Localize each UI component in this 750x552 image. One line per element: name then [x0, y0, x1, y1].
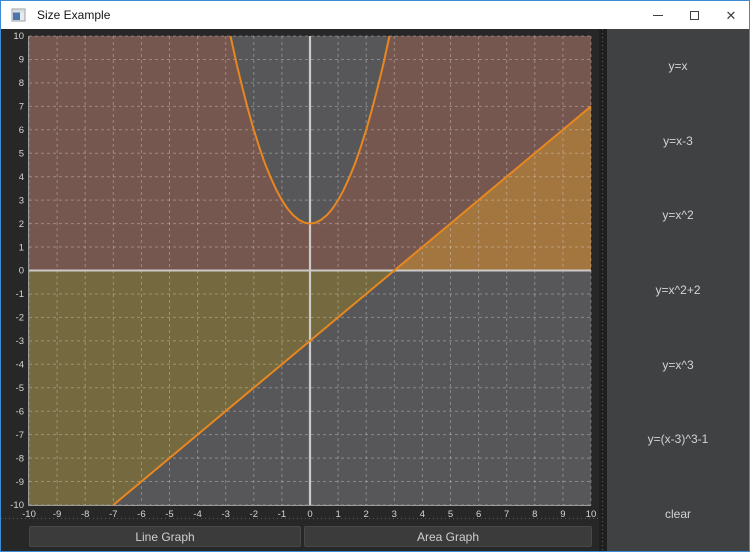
title-bar: Size Example ✕ [1, 1, 749, 29]
y-tick-label: -6 [16, 406, 24, 417]
sidebar-item-clear[interactable]: clear [607, 501, 749, 527]
sidebar-item-y-equals-x[interactable]: y=x [607, 53, 749, 79]
y-tick-label: 3 [19, 195, 24, 206]
y-tick-label: 4 [19, 172, 24, 183]
horizontal-splitter-handle[interactable] [1, 518, 599, 519]
y-tick-label: 9 [19, 55, 24, 66]
y-tick-label: -5 [16, 383, 24, 394]
y-tick-label: 6 [19, 125, 24, 136]
y-tick-label: -9 [16, 477, 24, 488]
area-graph-button[interactable]: Area Graph [304, 526, 592, 547]
app-icon [11, 7, 27, 23]
close-button[interactable]: ✕ [712, 1, 750, 29]
sidebar-item-y-equals-x-squared-plus-2[interactable]: y=x^2+2 [607, 277, 749, 303]
vertical-splitter-handle[interactable] [599, 29, 607, 552]
graph-mode-bar: Line Graph Area Graph [29, 526, 592, 547]
y-tick-label: 2 [19, 219, 24, 230]
app-window: Size Example ✕ -10-9-8-7-6-5-4-3-2-10123… [0, 0, 750, 552]
minimize-button[interactable] [639, 1, 677, 29]
maximize-button[interactable] [675, 1, 713, 29]
y-tick-label: -4 [16, 360, 24, 371]
line-graph-button[interactable]: Line Graph [29, 526, 301, 547]
y-tick-label: -10 [10, 500, 24, 511]
sidebar-item-y-equals-x-minus-3[interactable]: y=x-3 [607, 128, 749, 154]
window-title: Size Example [37, 1, 110, 29]
chart-plot-area: -10-9-8-7-6-5-4-3-2-1012345678910-10-9-8… [1, 29, 599, 519]
y-tick-label: 7 [19, 102, 24, 113]
y-tick-label: 5 [19, 149, 24, 160]
sidebar-item-y-equals-x-cubed[interactable]: y=x^3 [607, 352, 749, 378]
y-tick-label: 0 [19, 266, 24, 277]
sidebar-item-y-equals-x-squared[interactable]: y=x^2 [607, 202, 749, 228]
close-icon: ✕ [726, 9, 737, 22]
splitter-dots [602, 29, 603, 552]
y-tick-label: 8 [19, 78, 24, 89]
minimize-icon [653, 15, 663, 16]
maximize-icon [690, 11, 699, 20]
y-tick-label: -2 [16, 313, 24, 324]
y-tick-label: -3 [16, 336, 24, 347]
sidebar-item-y-equals-x-minus-3-cubed-minus-1[interactable]: y=(x-3)^3-1 [607, 426, 749, 452]
function-sidebar: y=x y=x-3 y=x^2 y=x^2+2 y=x^3 y=(x-3)^3-… [607, 29, 749, 551]
y-tick-label: 1 [19, 242, 24, 253]
y-tick-label: -1 [16, 289, 24, 300]
y-tick-label: -7 [16, 430, 24, 441]
y-tick-label: -8 [16, 453, 24, 464]
y-tick-label: 10 [13, 31, 24, 42]
